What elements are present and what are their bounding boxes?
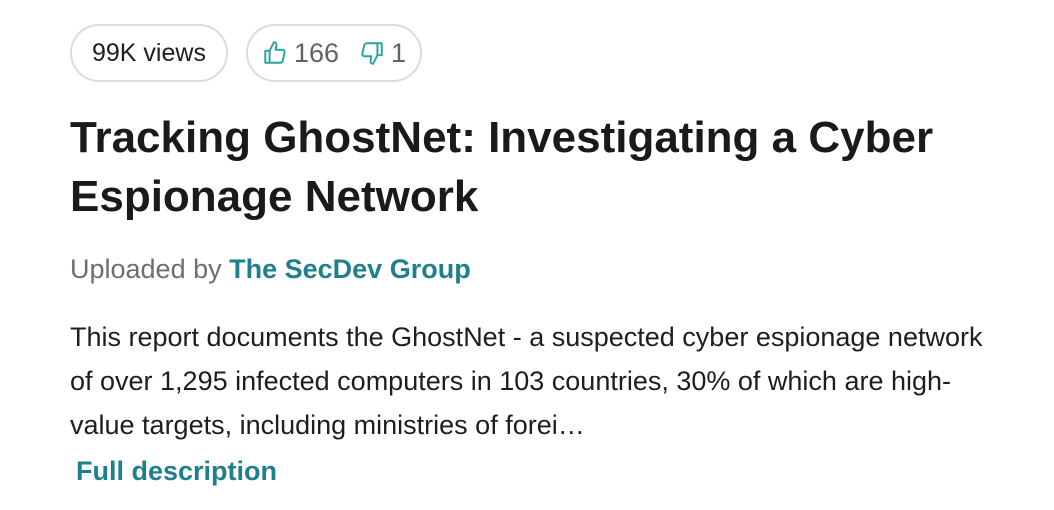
- views-badge: 99K views: [70, 24, 228, 82]
- vote-controls: 166 1: [245, 24, 423, 82]
- description-text: This report documents the GhostNet - a s…: [70, 322, 983, 440]
- uploaded-by-label: Uploaded by: [70, 254, 230, 284]
- downvote-button[interactable]: 1: [359, 38, 406, 69]
- author-link[interactable]: The SecDev Group: [229, 254, 471, 284]
- downvote-count: 1: [391, 37, 407, 68]
- document-title: Tracking GhostNet: Investigating a Cyber…: [70, 113, 934, 221]
- views-count: 99K views: [92, 38, 206, 67]
- upvote-button[interactable]: 166: [262, 38, 339, 69]
- full-description-link[interactable]: Full description: [76, 449, 277, 493]
- stats-row: 99K views 166 1: [70, 24, 1030, 82]
- uploaded-by: Uploaded by The SecDev Group: [70, 254, 1030, 285]
- thumbs-down-icon: [359, 40, 385, 66]
- document-header: 99K views 166 1 Tracking GhostNet: Inves…: [70, 24, 1030, 493]
- upvote-count: 166: [293, 37, 340, 68]
- thumbs-up-icon: [262, 40, 288, 66]
- document-description: This report documents the GhostNet - a s…: [70, 315, 990, 493]
